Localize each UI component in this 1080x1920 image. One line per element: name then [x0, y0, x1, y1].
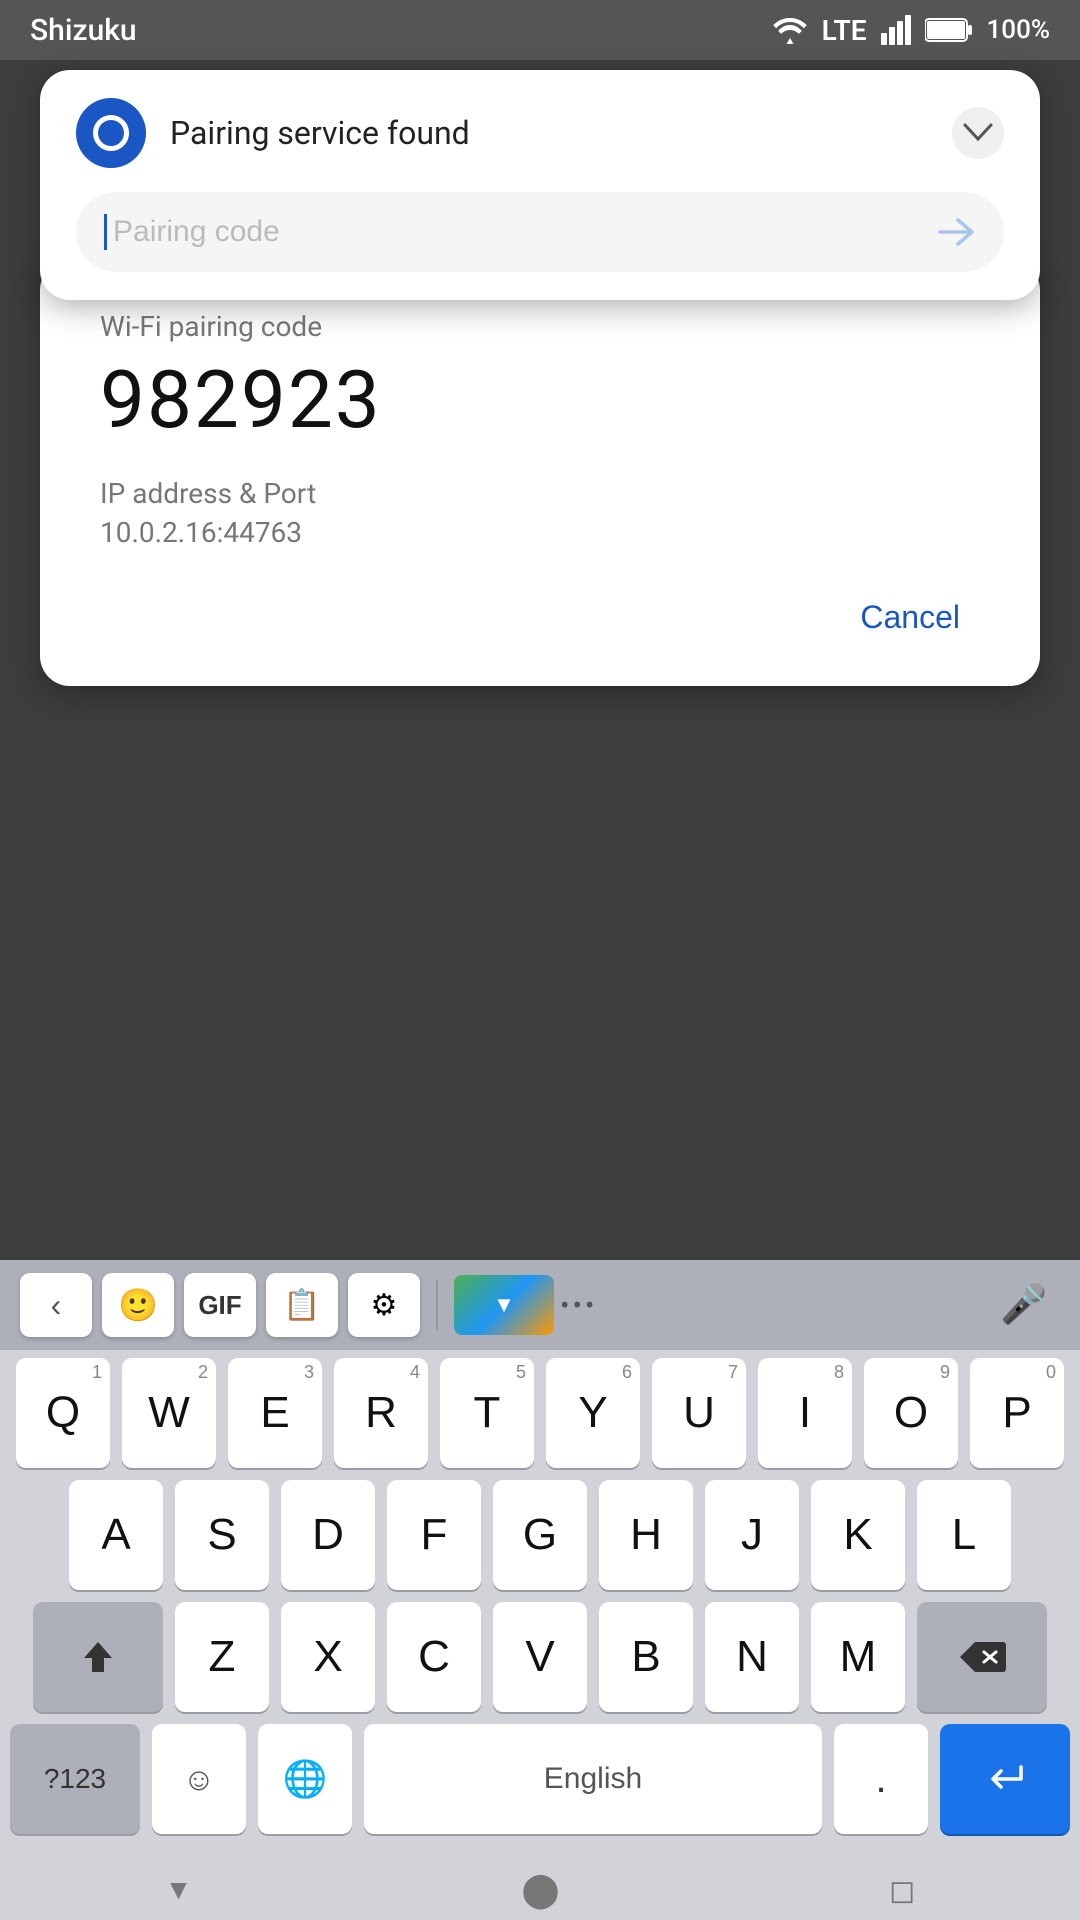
key-row-2: A S D F G H J K L	[10, 1480, 1070, 1590]
keyboard-back-button[interactable]: ‹	[20, 1273, 92, 1337]
key-f[interactable]: F	[387, 1480, 481, 1590]
emoji-button[interactable]: ☺	[152, 1724, 246, 1834]
nav-home[interactable]: ⬤	[522, 1870, 560, 1910]
keyboard-toolbar: ‹ 🙂 GIF 📋 ⚙ ▼ ••• 🎤	[0, 1260, 1080, 1350]
enter-icon	[983, 1759, 1027, 1799]
main-dialog: Wi-Fi pairing code 982923 IP address & P…	[40, 260, 1040, 686]
keyboard-keys: 1Q 2W 3E 4R 5T 6Y 7U 8I 9O 0P A S D F G …	[0, 1350, 1080, 1850]
notif-icon	[76, 98, 146, 168]
key-w[interactable]: 2W	[122, 1358, 216, 1468]
key-t[interactable]: 5T	[440, 1358, 534, 1468]
shift-icon	[79, 1638, 117, 1676]
key-d[interactable]: D	[281, 1480, 375, 1590]
toolbar-more[interactable]: •••	[560, 1289, 597, 1322]
ip-label: IP address & Port	[100, 477, 980, 510]
settings-button[interactable]: ⚙	[348, 1273, 420, 1337]
cancel-button[interactable]: Cancel	[840, 589, 980, 646]
pairing-code-row[interactable]	[76, 192, 1004, 272]
nav-recents[interactable]: ◻	[889, 1871, 916, 1909]
pairing-code-input[interactable]	[113, 215, 932, 249]
key-e[interactable]: 3E	[228, 1358, 322, 1468]
signal-text: LTE	[822, 14, 867, 47]
sticker-button[interactable]: 🙂	[102, 1273, 174, 1337]
key-v[interactable]: V	[493, 1602, 587, 1712]
send-button[interactable]	[932, 212, 976, 252]
signal-icon	[881, 15, 911, 45]
key-i[interactable]: 8I	[758, 1358, 852, 1468]
key-row-4: ?123 ☺ 🌐 English .	[10, 1724, 1070, 1834]
num-button[interactable]: ?123	[10, 1724, 140, 1834]
key-h[interactable]: H	[599, 1480, 693, 1590]
dialog-actions: Cancel	[100, 589, 980, 646]
key-o[interactable]: 9O	[864, 1358, 958, 1468]
notif-header: Pairing service found	[76, 98, 1004, 168]
key-a[interactable]: A	[69, 1480, 163, 1590]
mic-button[interactable]: 🎤	[988, 1273, 1060, 1337]
nav-bar: ▼ ⬤ ◻	[0, 1860, 1080, 1920]
key-q[interactable]: 1Q	[16, 1358, 110, 1468]
space-button[interactable]: English	[364, 1724, 822, 1834]
gif-button[interactable]: GIF	[184, 1273, 256, 1337]
key-j[interactable]: J	[705, 1480, 799, 1590]
notif-title: Pairing service found	[170, 114, 470, 152]
key-r[interactable]: 4R	[334, 1358, 428, 1468]
globe-button[interactable]: 🌐	[258, 1724, 352, 1834]
notif-icon-inner	[93, 115, 129, 151]
logo-icon: ▼	[454, 1275, 554, 1335]
key-n[interactable]: N	[705, 1602, 799, 1712]
key-k[interactable]: K	[811, 1480, 905, 1590]
key-m[interactable]: M	[811, 1602, 905, 1712]
key-u[interactable]: 7U	[652, 1358, 746, 1468]
enter-button[interactable]	[940, 1724, 1070, 1834]
wifi-pairing-code: 982923	[100, 353, 980, 447]
key-s[interactable]: S	[175, 1480, 269, 1590]
keyboard: ‹ 🙂 GIF 📋 ⚙ ▼ ••• 🎤 1Q 2W 3E 4R 5T 6Y 7U…	[0, 1260, 1080, 1860]
clipboard-button[interactable]: 📋	[266, 1273, 338, 1337]
chevron-down-icon	[963, 123, 993, 143]
ip-value: 10.0.2.16:44763	[100, 516, 980, 549]
send-icon	[932, 212, 976, 252]
period-button[interactable]: .	[834, 1724, 928, 1834]
key-row-3: Z X C V B N M	[10, 1602, 1070, 1712]
toolbar-separator	[436, 1280, 438, 1330]
key-row-1: 1Q 2W 3E 4R 5T 6Y 7U 8I 9O 0P	[10, 1358, 1070, 1468]
notif-title-row: Pairing service found	[76, 98, 470, 168]
key-z[interactable]: Z	[175, 1602, 269, 1712]
notification-card: Pairing service found	[40, 70, 1040, 300]
wifi-icon	[772, 16, 808, 44]
key-g[interactable]: G	[493, 1480, 587, 1590]
battery-icon	[925, 17, 973, 43]
nav-back[interactable]: ▼	[165, 1874, 193, 1906]
key-y[interactable]: 6Y	[546, 1358, 640, 1468]
battery-percent: 100%	[987, 15, 1050, 45]
app-name: Shizuku	[30, 13, 137, 48]
key-b[interactable]: B	[599, 1602, 693, 1712]
chevron-button[interactable]	[952, 107, 1004, 159]
status-indicators: LTE 100%	[772, 14, 1050, 47]
key-p[interactable]: 0P	[970, 1358, 1064, 1468]
key-l[interactable]: L	[917, 1480, 1011, 1590]
wifi-pairing-label: Wi-Fi pairing code	[100, 310, 980, 343]
cursor	[104, 214, 107, 250]
key-x[interactable]: X	[281, 1602, 375, 1712]
keyboard-logo: ▼ •••	[454, 1275, 597, 1335]
delete-button[interactable]	[917, 1602, 1047, 1712]
key-c[interactable]: C	[387, 1602, 481, 1712]
shift-button[interactable]	[33, 1602, 163, 1712]
delete-icon	[957, 1639, 1007, 1675]
status-bar: Shizuku LTE 100%	[0, 0, 1080, 60]
